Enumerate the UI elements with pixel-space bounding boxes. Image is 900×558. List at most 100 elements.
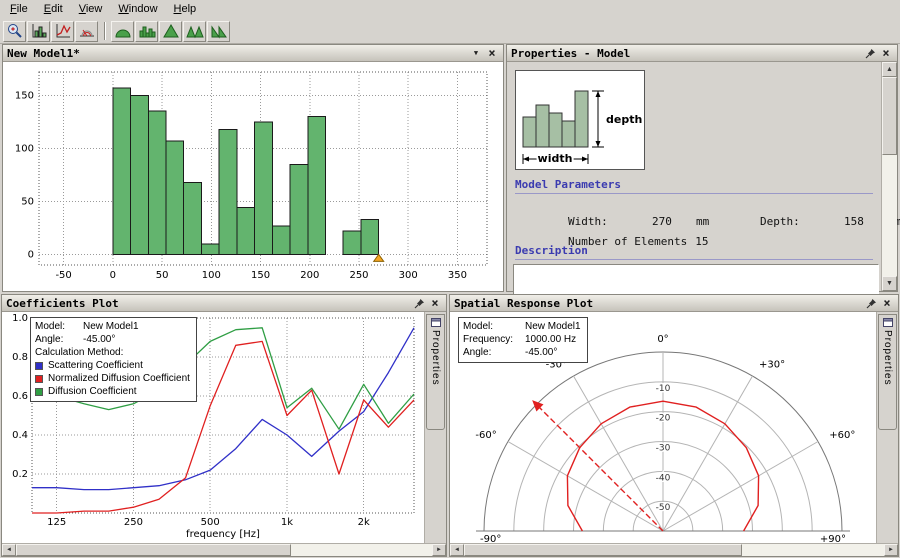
profile-triangle-tool-button[interactable]	[159, 21, 182, 42]
close-button[interactable]: ×	[485, 47, 499, 60]
svg-text:0: 0	[110, 270, 116, 281]
svg-text:100: 100	[202, 270, 221, 281]
coefficients-chart: Model:New Model1 Angle:-45.00° Calculati…	[2, 312, 424, 543]
properties-panel-titlebar: Properties - Model ×	[507, 45, 897, 62]
diffusion-series-label: Diffusion Coefficient	[48, 385, 137, 398]
zoom-icon	[6, 22, 24, 40]
close-button[interactable]: ×	[879, 47, 893, 60]
spatial-panel-titlebar: Spatial Response Plot ×	[450, 295, 898, 312]
svg-text:-20: -20	[656, 414, 671, 424]
legend-angle-label: Angle:	[463, 346, 525, 359]
profile-semicircle-tool-button[interactable]	[111, 21, 134, 42]
svg-text:500: 500	[201, 517, 220, 528]
svg-text:2k: 2k	[358, 517, 370, 528]
profile-sawtooth-tool-button[interactable]	[207, 21, 230, 42]
scroll-thumb[interactable]	[464, 544, 742, 556]
svg-text:-40: -40	[656, 473, 671, 483]
spatial-response-chart: Model:New Model1 Frequency:1000.00 Hz An…	[450, 312, 876, 543]
toolbar	[0, 19, 900, 44]
diffusion-swatch	[35, 388, 43, 396]
coefficients-panel: Coefficients Plot × Model:New Model1 Ang…	[1, 294, 447, 557]
svg-text:250: 250	[349, 270, 368, 281]
svg-text:0.6: 0.6	[12, 391, 28, 402]
close-button[interactable]: ×	[880, 297, 894, 310]
svg-text:-30: -30	[656, 444, 671, 454]
pin-button[interactable]	[864, 297, 878, 310]
zoom-tool-button[interactable]	[3, 21, 26, 42]
spatial-plot-icon	[78, 22, 96, 40]
legend-model-label: Model:	[463, 320, 525, 333]
legend-angle-label: Angle:	[35, 333, 83, 346]
svg-text:-90°: -90°	[480, 534, 501, 543]
scroll-right-button[interactable]: ►	[432, 544, 446, 556]
scroll-left-button[interactable]: ◄	[2, 544, 16, 556]
svg-text:150: 150	[15, 90, 34, 101]
svg-text:-50: -50	[656, 503, 671, 513]
spatial-legend: Model:New Model1 Frequency:1000.00 Hz An…	[458, 317, 588, 363]
normalized-diffusion-series-label: Normalized Diffusion Coefficient	[48, 372, 190, 385]
menu-file[interactable]: File	[2, 1, 36, 18]
properties-panel-title: Properties - Model	[511, 47, 630, 60]
pin-button[interactable]	[863, 47, 877, 60]
svg-text:-10: -10	[656, 384, 671, 394]
svg-text:-50: -50	[55, 270, 71, 281]
coefficients-side-strip: Properties	[424, 312, 446, 543]
scroll-down-button[interactable]: ▼	[882, 276, 897, 291]
close-button[interactable]: ×	[428, 297, 442, 310]
scroll-thumb[interactable]	[882, 77, 897, 155]
pin-icon	[866, 298, 877, 309]
svg-text:50: 50	[21, 196, 34, 207]
model-panel-titlebar: New Model1* ▼ ×	[3, 45, 503, 62]
legend-frequency-value: 1000.00 Hz	[525, 333, 576, 346]
properties-window-icon	[883, 318, 893, 327]
legend-angle-value: -45.00°	[525, 346, 557, 359]
scattering-swatch	[35, 362, 43, 370]
pin-button[interactable]	[412, 297, 426, 310]
spatial-panel: Spatial Response Plot × Model:New Model1…	[449, 294, 899, 557]
side-tab-label: Properties	[430, 330, 441, 386]
legend-model-value: New Model1	[83, 320, 139, 333]
profile-sawtooth-icon	[210, 22, 228, 40]
svg-text:125: 125	[47, 517, 66, 528]
model-parameters-heading: Model Parameters	[515, 178, 873, 194]
properties-side-tab[interactable]: Properties	[878, 314, 897, 430]
model-panel: New Model1* ▼ × -50050100150200250300350…	[2, 44, 504, 292]
svg-text:0.8: 0.8	[12, 352, 28, 363]
horizontal-scrollbar[interactable]: ◄ ►	[2, 543, 446, 556]
horizontal-scrollbar[interactable]: ◄ ►	[450, 543, 898, 556]
scroll-left-button[interactable]: ◄	[450, 544, 464, 556]
model-chart-icon	[30, 22, 48, 40]
model-profile-chart[interactable]: -50050100150200250300350050100150	[3, 62, 503, 291]
model-chart-tool-button[interactable]	[27, 21, 50, 42]
profile-steps-tool-button[interactable]	[135, 21, 158, 42]
svg-text:0: 0	[28, 249, 34, 260]
svg-text:100: 100	[15, 143, 34, 154]
coefficients-plot-tool-button[interactable]	[51, 21, 74, 42]
svg-text:+60°: +60°	[829, 430, 855, 441]
profile-double-triangle-tool-button[interactable]	[183, 21, 206, 42]
scattering-series-label: Scattering Coefficient	[48, 359, 143, 372]
vertical-scrollbar[interactable]: ▲ ▼	[881, 62, 897, 291]
dropdown-button[interactable]: ▼	[469, 47, 483, 60]
svg-text:1k: 1k	[281, 517, 293, 528]
coefficients-plot-icon	[54, 22, 72, 40]
spatial-plot-tool-button[interactable]	[75, 21, 98, 42]
menu-edit[interactable]: Edit	[36, 1, 71, 18]
menu-window[interactable]: Window	[110, 1, 165, 18]
scroll-thumb[interactable]	[16, 544, 291, 556]
root-window: File Edit View Window Help	[0, 0, 900, 558]
menu-view[interactable]: View	[71, 1, 111, 18]
menu-help[interactable]: Help	[166, 1, 205, 18]
scroll-right-button[interactable]: ►	[884, 544, 898, 556]
svg-text:0°: 0°	[657, 334, 668, 345]
menu-bar: File Edit View Window Help	[0, 0, 900, 19]
svg-text:0.2: 0.2	[12, 469, 28, 480]
properties-side-tab[interactable]: Properties	[426, 314, 445, 430]
scroll-up-button[interactable]: ▲	[882, 62, 897, 77]
legend-model-label: Model:	[35, 320, 83, 333]
svg-text:200: 200	[300, 270, 319, 281]
model-diagram: depth width	[515, 70, 645, 170]
spatial-side-strip: Properties	[876, 312, 898, 543]
toolbar-separator	[104, 22, 106, 40]
normalized-diffusion-swatch	[35, 375, 43, 383]
